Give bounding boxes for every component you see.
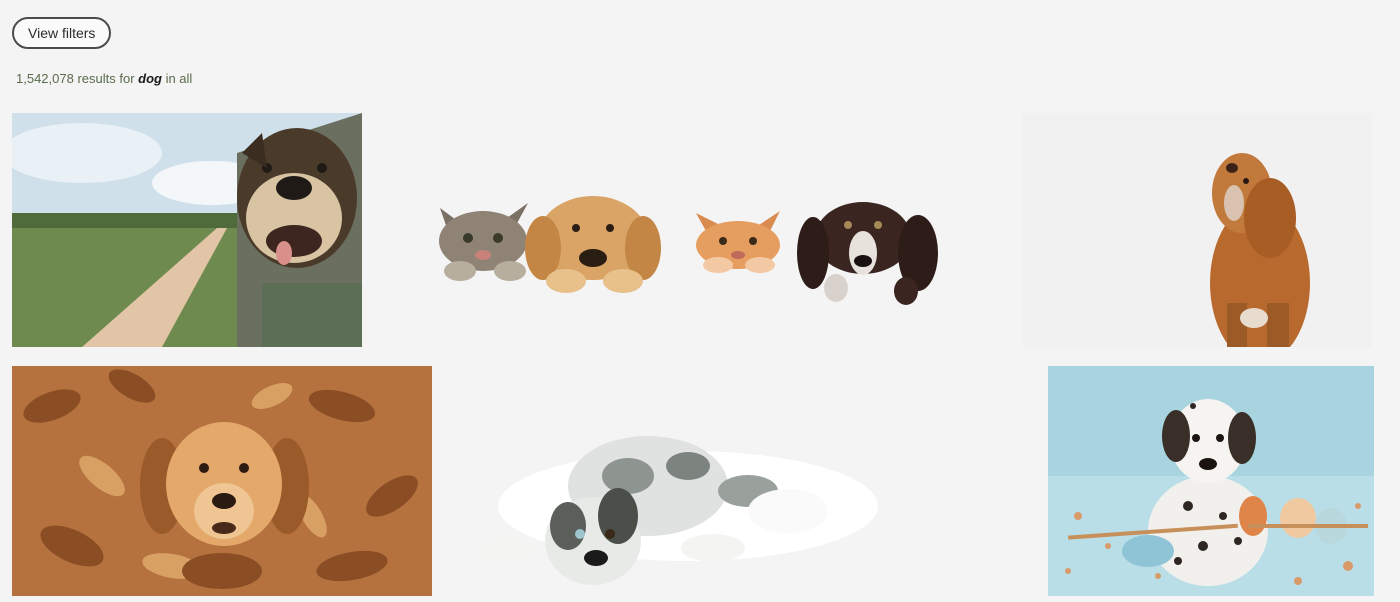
view-filters-button[interactable]: View filters (12, 17, 112, 49)
results-for-text: results for (73, 71, 139, 86)
results-scope: in all (161, 71, 193, 86)
search-query: dog (138, 71, 162, 86)
gallery-image-golden-doodle[interactable] (1022, 113, 1372, 347)
gallery-image-dalmatian-puppy[interactable] (1048, 366, 1374, 596)
results-count: 1,542,078 (16, 71, 74, 86)
gallery-image-australian-shepherd-puppy[interactable] (448, 366, 1032, 596)
gallery-image-golden-retriever-leaves[interactable] (12, 366, 432, 596)
results-summary: 1,542,078 results for dog in all (16, 71, 192, 86)
gallery-image-cats-dogs-peeking[interactable] (378, 113, 1004, 347)
gallery-image-dog-car-window[interactable] (12, 113, 362, 347)
